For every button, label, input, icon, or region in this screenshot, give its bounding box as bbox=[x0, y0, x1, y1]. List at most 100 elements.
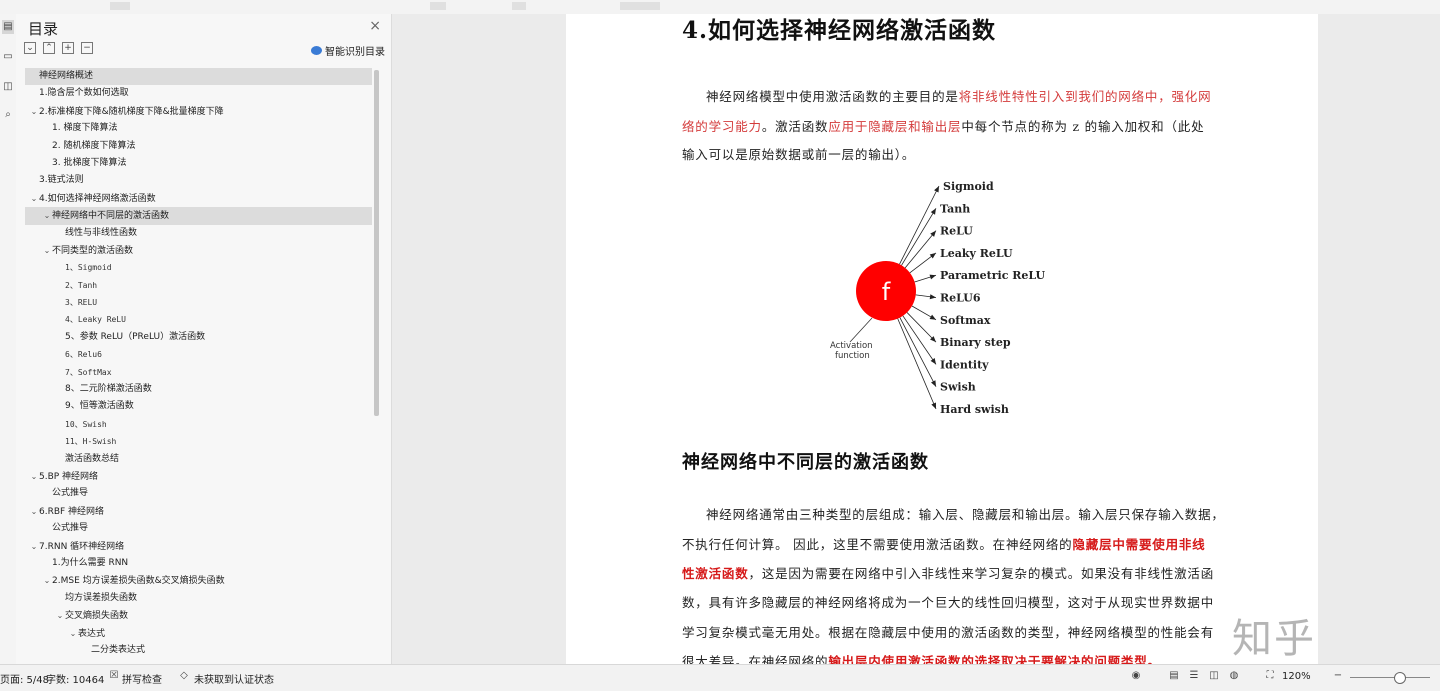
toc-item[interactable]: ⌄ 5.BP 神经网络 bbox=[25, 468, 372, 485]
toc-item[interactable]: ⌄ 7.RNN 循环神经网络 bbox=[25, 538, 372, 555]
chevron-down-icon[interactable]: ⌄ bbox=[55, 607, 65, 624]
ai-icon bbox=[311, 46, 322, 55]
chevron-down-icon[interactable]: ⌄ bbox=[29, 190, 39, 207]
toc-item[interactable]: 1、Sigmoid bbox=[25, 259, 372, 276]
paragraph-1-line-2: 络的学习能力。激活函数应用于隐藏层和输出层中每个节点的称为 z 的输入加权和（此… bbox=[682, 116, 1204, 135]
toc-item[interactable]: 3. 批梯度下降算法 bbox=[25, 155, 372, 172]
chevron-down-icon[interactable]: ⌄ bbox=[29, 538, 39, 555]
toc-item[interactable]: 1.为什么需要 RNN bbox=[25, 555, 372, 572]
page-indicator[interactable]: 页面: 5/48 bbox=[0, 671, 49, 686]
toc-item[interactable]: 3.链式法则 bbox=[25, 172, 372, 189]
toc-item-label: 均方误差损失函数 bbox=[65, 592, 138, 603]
toc-item[interactable]: 3、RELU bbox=[25, 294, 372, 311]
toc-item[interactable]: ⌄ 不同类型的激活函数 bbox=[25, 242, 372, 259]
toc-item[interactable]: 8、二元阶梯激活函数 bbox=[25, 381, 372, 398]
zoom-out-icon[interactable]: − bbox=[1332, 670, 1344, 682]
arrow-head bbox=[929, 274, 936, 280]
toc-item-label: 3. 批梯度下降算法 bbox=[52, 157, 127, 168]
toc-item[interactable]: 1.隐含层个数如何选取 bbox=[25, 85, 372, 102]
p2-text-c: 很大差异。在神经网络的 bbox=[682, 654, 829, 664]
toc-item[interactable]: 1. 梯度下降算法 bbox=[25, 120, 372, 137]
toc-item[interactable]: 7、SoftMax bbox=[25, 364, 372, 381]
spellcheck-icon: ☒ bbox=[109, 670, 119, 681]
toc-item[interactable]: 二分类表达式 bbox=[25, 642, 372, 659]
toc-item[interactable]: ⌄ 2.MSE 均方误差损失函数&交叉熵损失函数 bbox=[25, 572, 372, 589]
search-icon[interactable]: ⌕ bbox=[2, 108, 14, 122]
toc-item[interactable]: 10、Swish bbox=[25, 416, 372, 433]
toc-item-label: 2、Tanh bbox=[65, 280, 98, 290]
toc-item-label: 6、Relu6 bbox=[65, 350, 102, 360]
toc-item[interactable]: 均方误差损失函数 bbox=[25, 590, 372, 607]
bookmark-icon[interactable]: ▭ bbox=[2, 50, 14, 64]
toc-item[interactable]: ⌄ 6.RBF 神经网络 bbox=[25, 503, 372, 520]
toc-item-label: 10、Swish bbox=[65, 419, 107, 429]
document-area: 4.如何选择神经网络激活函数 神经网络模型中使用激活函数的主要目的是将非线性特性… bbox=[392, 14, 1440, 664]
toc-item[interactable]: 11、H-Swish bbox=[25, 433, 372, 450]
toc-item-label: 1.隐含层个数如何选取 bbox=[39, 88, 129, 99]
chevron-down-icon[interactable]: ⌄ bbox=[29, 103, 39, 120]
toc-item[interactable]: 神经网络概述 bbox=[25, 68, 372, 86]
toc-item[interactable]: 9、恒等激活函数 bbox=[25, 398, 372, 415]
zoom-slider[interactable] bbox=[1350, 677, 1430, 678]
toc-item[interactable]: 激活函数总结 bbox=[25, 451, 372, 468]
toc-toolbar: ⌄ ⌃ + − bbox=[24, 42, 93, 56]
toc-item[interactable]: 公式推导 bbox=[25, 520, 372, 537]
p1-highlight-3: 应用于隐藏层和输出层 bbox=[828, 119, 962, 134]
add-heading-icon[interactable]: + bbox=[62, 42, 74, 54]
reading-view-icon[interactable]: ◫ bbox=[1208, 670, 1220, 682]
chevron-down-icon[interactable]: ⌄ bbox=[42, 242, 52, 259]
toc-item[interactable]: 公式推导 bbox=[25, 485, 372, 502]
p1-highlight-1: 将非线性特性引入到我们的网络中，强化网 bbox=[958, 89, 1212, 104]
toc-item[interactable]: ⌄ 2.标准梯度下降&随机梯度下降&批量梯度下降 bbox=[25, 103, 372, 120]
toc-sidebar: 目录 × ⌄ ⌃ + − 智能识别目录 神经网络概述 1.隐含层个数如何选取 ⌄ 2.… bbox=[16, 14, 392, 664]
close-icon[interactable]: × bbox=[369, 18, 381, 34]
activation-label: Softmax bbox=[940, 314, 991, 327]
toc-item[interactable]: 4、Leaky ReLU bbox=[25, 311, 372, 328]
web-view-icon[interactable]: ◍ bbox=[1228, 670, 1240, 682]
toc-item[interactable]: 2. 随机梯度下降算法 bbox=[25, 138, 372, 155]
collapse-icon[interactable]: ⌄ bbox=[24, 42, 36, 54]
remove-heading-icon[interactable]: − bbox=[81, 42, 93, 54]
activation-function-diagram: f Activation function Sigmoid Tanh ReLU Lea… bbox=[830, 180, 1046, 416]
zoom-level[interactable]: 120% bbox=[1282, 671, 1311, 682]
toc-item[interactable]: 2、Tanh bbox=[25, 277, 372, 294]
toc-item[interactable]: 5、参数 ReLU（PReLU）激活函数 bbox=[25, 329, 372, 346]
toc-item[interactable]: ⌄ 4.如何选择神经网络激活函数 bbox=[25, 190, 372, 207]
spellcheck-label[interactable]: 拼写检查 bbox=[122, 671, 162, 686]
smart-toc-label: 智能识别目录 bbox=[325, 47, 385, 58]
chevron-down-icon[interactable]: ⌄ bbox=[29, 468, 39, 485]
toc-item[interactable]: ⌄ 表达式 bbox=[25, 625, 372, 642]
toc-scrollbar[interactable] bbox=[374, 70, 379, 416]
page-icon[interactable]: ◫ bbox=[2, 80, 14, 94]
p2-highlight-2: 性激活函数 bbox=[682, 566, 749, 581]
chevron-down-icon[interactable]: ⌄ bbox=[68, 625, 78, 642]
paragraph-1-line-1: 神经网络模型中使用激活函数的主要目的是将非线性特性引入到我们的网络中，强化网 bbox=[706, 86, 1211, 105]
page-view-icon[interactable]: ▤ bbox=[1168, 670, 1180, 682]
arrow-head bbox=[930, 208, 936, 215]
paragraph-2-line-1: 神经网络通常由三种类型的层组成：输入层、隐藏层和输出层。输入层只保存输入数据， bbox=[706, 507, 1225, 522]
caption-pointer bbox=[849, 317, 873, 343]
zoom-slider-knob[interactable] bbox=[1394, 672, 1406, 684]
activation-label: Parametric ReLU bbox=[940, 269, 1046, 282]
toc-item-label: 神经网络中不同层的激活函数 bbox=[52, 211, 170, 222]
toc-panel-icon[interactable]: ▤ bbox=[2, 20, 14, 34]
arrow-line bbox=[904, 230, 937, 269]
toc-item[interactable]: ⌄ 神经网络中不同层的激活函数 bbox=[25, 207, 372, 225]
toc-item[interactable]: 线性与非线性函数 bbox=[25, 225, 372, 242]
auth-status[interactable]: 未获取到认证状态 bbox=[194, 671, 274, 686]
toc-item[interactable]: ⌄ 交叉熵损失函数 bbox=[25, 607, 372, 624]
outline-view-icon[interactable]: ☰ bbox=[1188, 670, 1200, 682]
word-count[interactable]: 字数: 10464 bbox=[46, 671, 104, 686]
chevron-down-icon[interactable]: ⌄ bbox=[29, 503, 39, 520]
chevron-down-icon[interactable]: ⌄ bbox=[42, 572, 52, 589]
chevron-down-icon[interactable]: ⌄ bbox=[42, 207, 52, 224]
p2-text-b: ，这是因为需要在网络中引入非线性来学习复杂的模式。如果没有非线性激活函 bbox=[748, 566, 1215, 581]
diagram-caption-2: function bbox=[835, 351, 870, 361]
expand-icon[interactable]: ⌃ bbox=[43, 42, 55, 54]
fit-icon[interactable]: ⛶ bbox=[1264, 670, 1276, 682]
smart-toc-button[interactable]: 智能识别目录 bbox=[311, 43, 385, 58]
eye-icon[interactable]: ◉ bbox=[1130, 670, 1142, 682]
activation-label: ReLU6 bbox=[940, 292, 981, 305]
toc-item[interactable]: 6、Relu6 bbox=[25, 346, 372, 363]
arrow-line bbox=[899, 317, 937, 387]
